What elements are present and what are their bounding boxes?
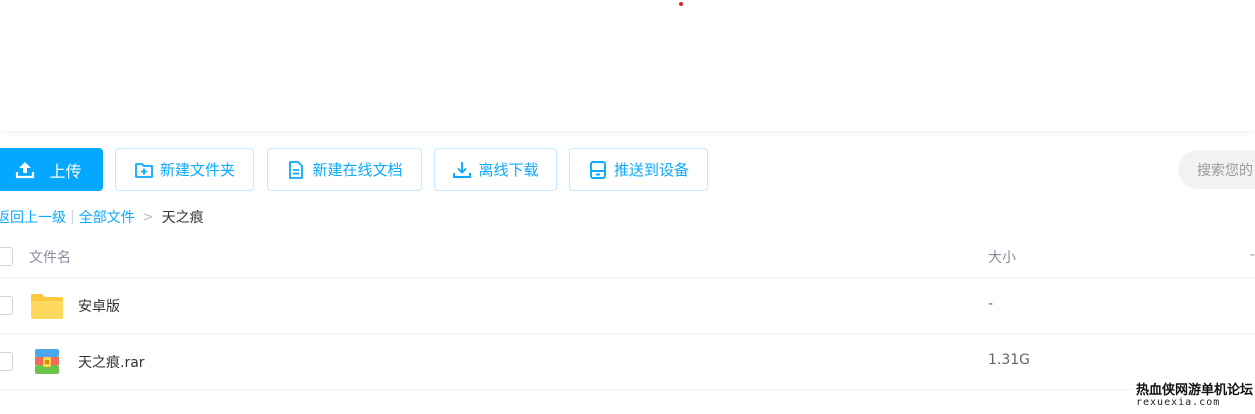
device-icon (590, 160, 606, 179)
upload-button[interactable]: 上传 (0, 148, 103, 191)
row-checkbox[interactable] (0, 296, 13, 315)
select-all-checkbox[interactable] (0, 247, 13, 266)
row-checkbox[interactable] (0, 352, 13, 371)
push-to-device-button[interactable]: 推送到设备 (569, 148, 708, 191)
upload-icon (16, 161, 35, 178)
table-row[interactable]: 安卓版 - (0, 278, 1255, 334)
search-input[interactable]: 搜索您的 (1178, 150, 1255, 189)
offline-download-button[interactable]: 离线下载 (434, 148, 557, 191)
table-row[interactable]: 天之痕.rar 1.31G (0, 334, 1255, 390)
header-size[interactable]: 大小 (988, 247, 1016, 267)
back-link[interactable]: 返回上一级 (0, 207, 66, 227)
new-online-doc-button[interactable]: 新建在线文档 (267, 148, 422, 191)
header-more: - (1250, 247, 1255, 263)
file-name[interactable]: 安卓版 (78, 296, 120, 316)
upload-label: 上传 (49, 161, 82, 181)
file-size: 1.31G (988, 352, 1031, 368)
new-folder-label: 新建文件夹 (159, 161, 235, 179)
breadcrumb-separator: | (70, 209, 75, 225)
top-blank-area (0, 0, 1255, 131)
header-name[interactable]: 文件名 (29, 247, 71, 267)
breadcrumb-arrow: > (142, 209, 154, 225)
archive-icon (35, 349, 59, 374)
watermark-url: rexuexia.com (1136, 397, 1221, 408)
watermark: 热血侠网游单机论坛 rexuexia.com (1132, 377, 1255, 414)
toolbar: 上传 新建文件夹 新建在线文档 离线下载 推送到设备 (0, 148, 1255, 191)
all-files-link[interactable]: 全部文件 (79, 207, 135, 227)
breadcrumb-current: 天之痕 (161, 210, 204, 226)
offline-download-label: 离线下载 (478, 161, 539, 179)
breadcrumb: 返回上一级 | 全部文件 > 天之痕 (0, 207, 204, 227)
document-icon (289, 160, 304, 179)
download-icon (453, 161, 472, 178)
red-dot (679, 2, 683, 6)
table-header: 文件名 大小 - (0, 234, 1255, 278)
file-size: - (988, 296, 994, 312)
watermark-title: 热血侠网游单机论坛 (1136, 383, 1254, 398)
new-doc-label: 新建在线文档 (312, 161, 403, 179)
search-placeholder: 搜索您的 (1197, 162, 1253, 179)
new-folder-button[interactable]: 新建文件夹 (115, 148, 254, 191)
file-name[interactable]: 天之痕.rar (78, 352, 145, 372)
folder-icon (31, 294, 63, 319)
folder-plus-icon (135, 162, 153, 178)
push-device-label: 推送到设备 (613, 161, 689, 179)
